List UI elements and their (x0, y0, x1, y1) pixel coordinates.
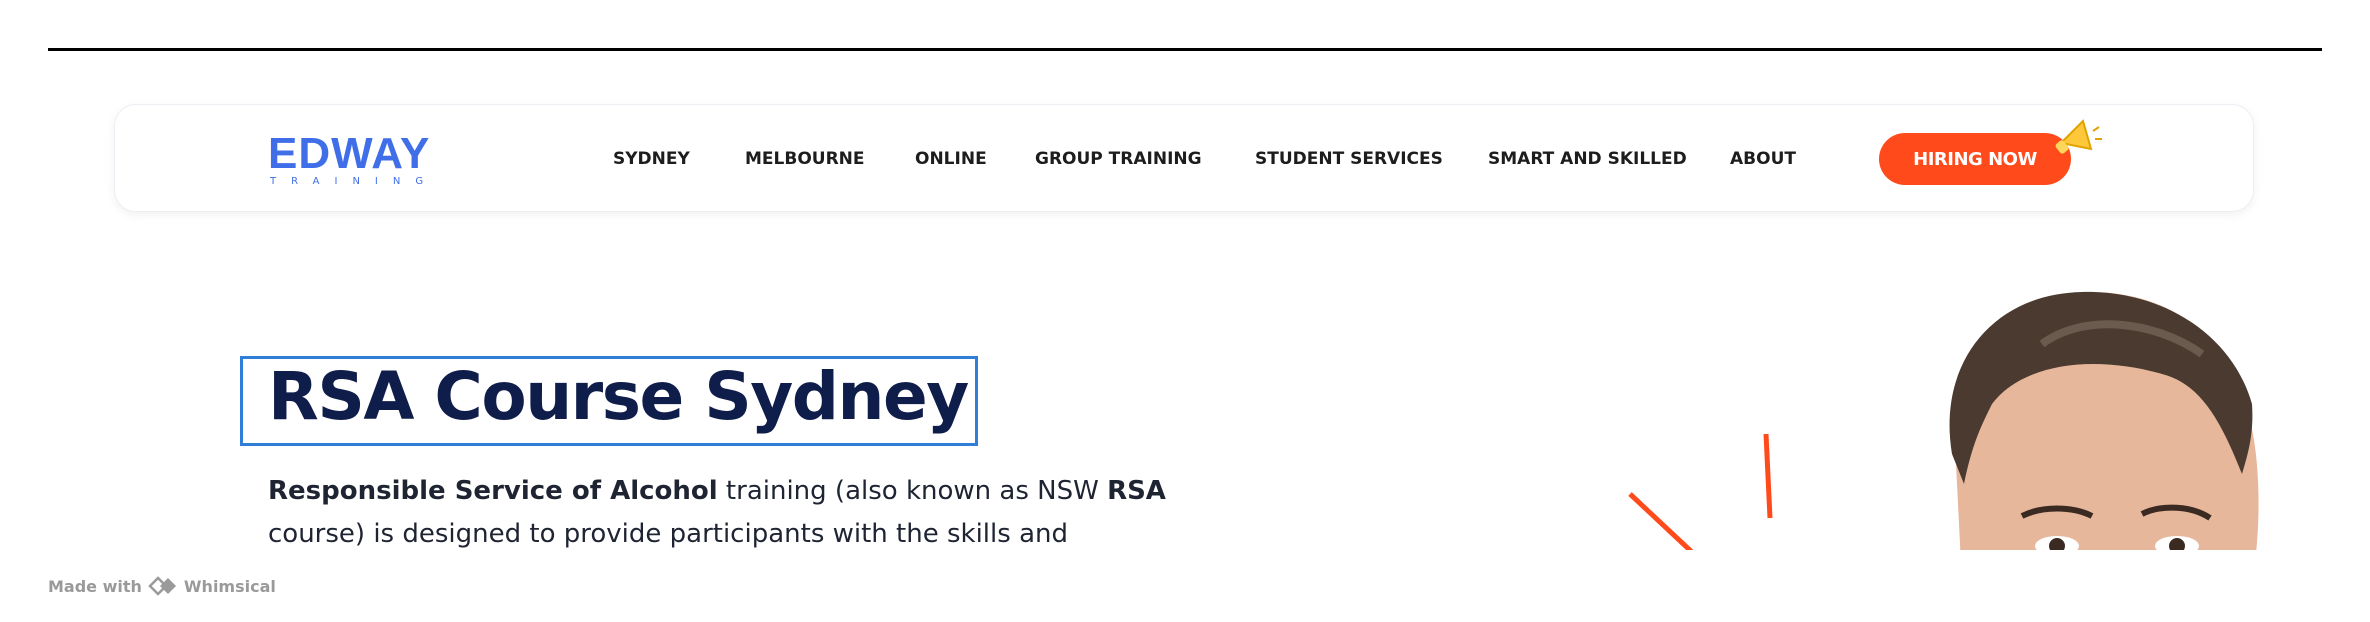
site-header: EDWAY TRAINING SYDNEY MELBOURNE ONLINE G… (114, 104, 2254, 212)
student-photo (1949, 291, 2259, 550)
page-title: RSA Course Sydney (268, 358, 969, 435)
hiring-now-label: HIRING NOW (1913, 148, 2037, 170)
nav-item-group-training[interactable]: GROUP TRAINING (1035, 149, 1202, 169)
made-with-whimsical-badge[interactable]: Made with Whimsical (48, 576, 276, 596)
whimsical-label: Whimsical (183, 576, 276, 596)
nav-item-student-services[interactable]: STUDENT SERVICES (1255, 149, 1443, 169)
nav-item-melbourne[interactable]: MELBOURNE (745, 149, 865, 169)
nav-item-about[interactable]: ABOUT (1730, 149, 1796, 169)
nav-item-online[interactable]: ONLINE (915, 149, 987, 169)
hero-bold-rsa: RSA (1107, 476, 1166, 506)
hero-bold-phrase: Responsible Service of Alcohol (268, 476, 718, 506)
whimsical-logo-icon (148, 576, 176, 596)
nav-item-sydney[interactable]: SYDNEY (613, 149, 690, 169)
hero-description: Responsible Service of Alcohol training … (268, 470, 1188, 550)
made-with-label: Made with (48, 576, 142, 596)
accent-rays (1628, 433, 1773, 550)
hero-text-1: training (also known as NSW (717, 476, 1108, 506)
hiring-now-button[interactable]: HIRING NOW (1879, 133, 2071, 185)
hero-text-2: course) is designed to provide participa… (268, 519, 1068, 549)
page-frame: EDWAY TRAINING SYDNEY MELBOURNE ONLINE G… (48, 60, 2322, 550)
nav-item-smart-and-skilled[interactable]: SMART AND SKILLED (1488, 149, 1687, 169)
megaphone-icon (2055, 119, 2102, 154)
top-divider (48, 48, 2322, 51)
